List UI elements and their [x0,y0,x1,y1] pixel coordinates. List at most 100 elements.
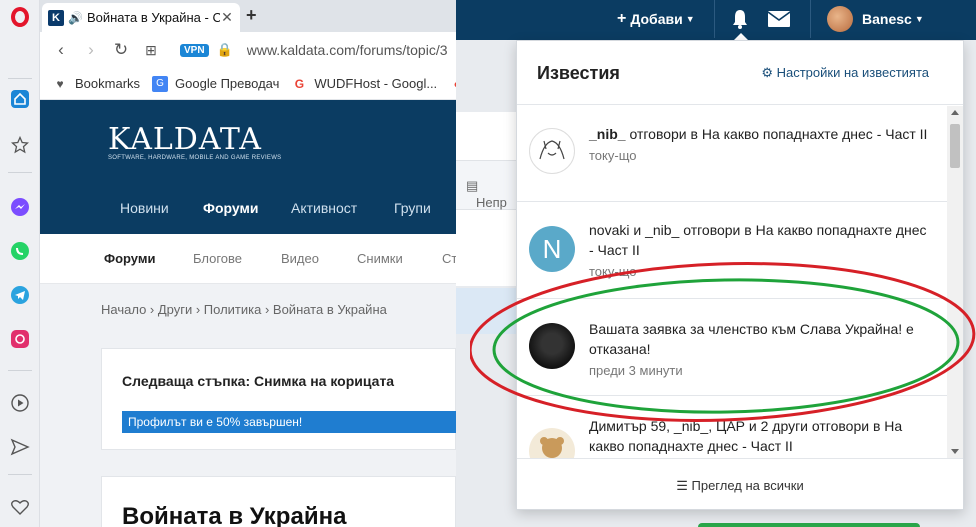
next-step-heading[interactable]: Следваща стъпка: Снимка на корицата [122,373,394,389]
notifications-title: Известия [537,63,620,83]
back-icon[interactable]: ‹ [46,40,76,60]
nav-forums[interactable]: Форуми [203,200,258,216]
bookmark-label: Bookmarks [75,76,141,91]
opera-logo-icon[interactable] [9,6,31,28]
subnav-forums[interactable]: Форуми [104,251,155,266]
envelope-icon[interactable] [768,0,790,38]
avatar [529,323,575,369]
bookmark-label: WUDFHost - Googl... [314,76,438,91]
new-tab-icon[interactable]: + [246,5,257,26]
caret-down-icon: ▼ [685,14,695,24]
header-divider [714,0,715,38]
whatsapp-icon[interactable] [9,240,31,262]
send-icon[interactable] [9,436,31,458]
avatar [827,6,853,32]
google-translate-icon: G [152,75,169,92]
subnav-blogs[interactable]: Блогове [193,251,242,266]
bookmark-item[interactable]: G WUDFHost - Googl... [291,76,437,92]
notifications-header: Известия ⚙ Настройки на известията [517,41,963,105]
speaker-icon[interactable]: 🔊 [68,11,83,25]
sidebar-divider [8,474,32,475]
tabs-grid-icon[interactable]: ⊞ [136,42,166,59]
notification-item[interactable]: Димитър 59, _nib_, ЦАР и 2 други отговор… [517,396,947,458]
bookmark-item[interactable]: G Google Преводач [152,75,280,92]
notification-text: Вашата заявка за членство към Слава Укра… [589,319,929,381]
forward-icon[interactable]: › [76,40,106,60]
notification-text: _nib_ отговори в На какво попаднахте дне… [589,124,929,166]
profile-completion-card: Следваща стъпка: Снимка на корицата Проф… [101,348,457,450]
partial-label: ▤ Непр [466,178,507,210]
google-icon: G [294,76,305,91]
home-icon[interactable] [9,88,31,110]
nav-activity[interactable]: Активност [291,200,357,216]
notification-settings-link[interactable]: ⚙ Настройки на известията [761,65,929,81]
topic-title: Войната в Украйна [122,503,347,527]
site-header: KALDATA SOFTWARE, HARDWARE, MOBILE AND G… [40,100,456,234]
green-action-button[interactable] [698,523,920,527]
avatar [529,128,575,174]
scrollbar-thumb[interactable] [950,124,960,168]
close-tab-icon[interactable]: ✕ [220,9,234,26]
kaldata-favicon-icon: K [48,9,64,26]
notification-time: току-що [589,264,637,279]
plus-icon: + [617,10,627,27]
bookmark-label: Google Преводач [175,76,280,91]
content-highlight [456,288,516,334]
address-toolbar: ‹ › ↻ ⊞ VPN 🔒 www.kaldata.com/forums/top… [40,32,456,68]
reload-icon[interactable]: ↻ [106,40,136,60]
player-icon[interactable] [9,392,31,414]
notification-time: преди 3 минути [589,363,683,378]
list-icon: ☰ [676,478,688,493]
telegram-icon[interactable] [9,284,31,306]
add-button[interactable]: + Добави ▼ [617,0,695,38]
nav-groups[interactable]: Групи [394,200,431,216]
gear-icon: ⚙ [761,65,773,80]
star-icon[interactable] [9,134,31,156]
bookmarks-bar: ♥ Bookmarks G Google Преводач G WUDFHost… [40,68,456,100]
notification-item[interactable]: _nib_ отговори в На какво попаднахте дне… [517,106,947,202]
view-all-link[interactable]: ☰ Преглед на всички [517,458,963,510]
heart-icon[interactable] [9,496,31,518]
lock-icon[interactable]: 🔒 [217,42,233,58]
vpn-badge[interactable]: VPN [180,43,209,57]
topic-header-card: Войната в Украйна [101,476,456,527]
content-strip: ▤ Непр [456,160,516,210]
site-logo[interactable]: KALDATA SOFTWARE, HARDWARE, MOBILE AND G… [108,122,281,161]
nav-news[interactable]: Новини [120,200,169,216]
notification-text: Димитър 59, _nib_, ЦАР и 2 други отговор… [589,418,903,454]
site-nav: Новини Форуми Активност Групи [40,182,456,234]
notification-item[interactable]: Вашата заявка за членство към Слава Укра… [517,299,947,396]
notification-item[interactable]: N novaki и _nib_ отговори в На какво поп… [517,202,947,299]
notifications-list: _nib_ отговори в На какво попаднахте дне… [517,106,947,458]
sidebar-divider [8,370,32,371]
tab-strip: K 🔊 Войната в Украйна - С ✕ + [40,0,456,32]
heart-icon: ♥ [56,76,64,91]
notification-time: току-що [589,148,637,163]
scroll-up-icon[interactable] [951,110,959,115]
scroll-down-icon[interactable] [951,449,959,454]
sidebar-divider [8,78,32,79]
profile-progress-bar: Профилът ви е 50% завършен! [122,411,457,433]
subnav-photos[interactable]: Снимки [357,251,403,266]
subnav-video[interactable]: Видео [281,251,319,266]
breadcrumb[interactable]: Начало › Други › Политика › Войната в Ук… [101,302,387,317]
bookmark-item[interactable]: ♥ Bookmarks [52,76,140,92]
header-divider [810,0,811,38]
user-menu[interactable]: Banesc ▼ [827,0,924,38]
tab-title: Войната в Украйна - С [86,10,220,25]
bookmark-item[interactable]: ● [449,76,456,92]
browser-tab[interactable]: K 🔊 Войната в Украйна - С ✕ [42,3,240,32]
caret-down-icon: ▼ [914,14,924,24]
avatar-letter-n: N [529,226,575,272]
opera-sidebar [0,0,40,527]
instagram-icon[interactable] [9,328,31,350]
avatar [529,428,575,458]
address-bar[interactable]: www.kaldata.com/forums/topic/3 [247,42,456,58]
notification-text: novaki и _nib_ отговори в На какво попад… [589,220,929,282]
notifications-dropdown: Известия ⚙ Настройки на известията _nib_… [516,40,964,510]
sub-nav: Форуми Блогове Видео Снимки Ст [40,234,457,284]
notifications-scrollbar[interactable] [947,106,963,458]
messenger-icon[interactable] [9,196,31,218]
maps-pin-icon: ● [449,76,456,92]
sidebar-divider [8,172,32,173]
